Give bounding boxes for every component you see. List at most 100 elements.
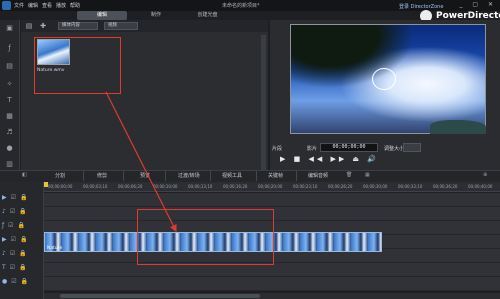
toolbar-divider: [123, 171, 124, 181]
toolbar-divider: [83, 171, 84, 181]
library-filter-dropdown[interactable]: 媒体内容: [58, 22, 98, 30]
import-media-icon[interactable]: ▤: [24, 22, 34, 30]
track-header: ♪ ☑ 🔒: [2, 208, 42, 220]
ruler-label: 00;00;26;20: [328, 184, 353, 189]
transition-room-icon[interactable]: ▦: [5, 112, 14, 120]
playback-controls[interactable]: ▶ ■ ◀◀ ▶▶ ⏏ 🔊: [280, 155, 379, 163]
chapter-room-icon[interactable]: ▥: [5, 160, 14, 168]
track-enable-checkbox[interactable]: ☑: [10, 264, 15, 271]
ruler-label: 00;00;33;10: [398, 184, 423, 189]
track-lock-icon[interactable]: 🔒: [21, 278, 28, 285]
timeline-zoom-icon[interactable]: ⊕: [483, 172, 487, 178]
toolbar-divider: [210, 171, 211, 181]
particle-room-icon[interactable]: ✧: [5, 80, 14, 88]
track-lock-icon[interactable]: 🔒: [19, 264, 26, 271]
keyframe-button[interactable]: 关键帧: [268, 172, 283, 179]
ruler-label: 00;00;06;20: [118, 184, 143, 189]
plugin-icon[interactable]: ✚: [38, 22, 48, 30]
ruler-label: 00;00;03;10: [83, 184, 108, 189]
app-icon: [2, 1, 11, 10]
library-scrollbar[interactable]: [261, 35, 266, 175]
tab-edit[interactable]: 编辑: [77, 11, 127, 20]
delete-icon[interactable]: 🗑: [346, 172, 352, 178]
track-header: ♪ ☑ 🔒: [2, 250, 42, 262]
timeline-scroll-thumb[interactable]: [60, 294, 260, 298]
zoom-label: 调整大小: [384, 146, 405, 152]
voice-track-icon: ●: [2, 278, 8, 285]
toolbar-divider: [165, 171, 166, 181]
tab-produce[interactable]: 制作: [136, 11, 176, 20]
track-enable-checkbox[interactable]: ☑: [8, 222, 13, 229]
video-track-icon: ▶: [2, 236, 7, 243]
track-enable-checkbox[interactable]: ☑: [11, 236, 16, 243]
track-enable-checkbox[interactable]: ☑: [10, 208, 15, 215]
title-track-icon: T: [2, 264, 6, 271]
ruler-label: 00;00;20;00: [258, 184, 283, 189]
highlight-box-timeline: [137, 209, 274, 265]
ruler-label: 00;00;00;00: [48, 184, 73, 189]
window-controls[interactable]: _ ▢ ✕: [459, 1, 497, 8]
ruler-label: 00;00;36;20: [433, 184, 458, 189]
menu-help[interactable]: 帮助: [70, 2, 80, 9]
effect-track-icon: ƒ: [2, 222, 5, 229]
track-enable-checkbox[interactable]: ☑: [10, 250, 15, 257]
ruler-label: 00;00;23;10: [293, 184, 318, 189]
track-enable-checkbox[interactable]: ☑: [11, 278, 16, 285]
track-header: ▶ ☑ 🔒: [2, 236, 42, 248]
tab-create-disc[interactable]: 创建光盘: [185, 11, 230, 20]
media-room-icon[interactable]: ▣: [5, 24, 14, 32]
ruler-label: 00;00;13;10: [188, 184, 213, 189]
timecode-field[interactable]: 00;00;00;00: [320, 143, 378, 152]
voice-over-icon[interactable]: ●: [5, 144, 14, 152]
toolbar-divider: [256, 171, 257, 181]
clip-mode-button[interactable]: 片段: [272, 145, 282, 152]
login-directorzone-link[interactable]: 登录 DirectorZone: [399, 3, 443, 10]
video-tools-button[interactable]: 视频工具: [222, 172, 242, 179]
title-room-icon[interactable]: T: [5, 96, 14, 104]
timeline-view-icon[interactable]: ◧: [22, 172, 27, 178]
track-lock-icon[interactable]: 🔒: [20, 236, 27, 243]
rotate-handle[interactable]: [372, 68, 396, 90]
ruler-label: 00;00;10;00: [153, 184, 178, 189]
track-header: T ☑ 🔒: [2, 264, 42, 276]
preview-button[interactable]: 预览: [140, 172, 150, 179]
audio-track-icon: ♪: [2, 250, 6, 257]
track-row[interactable]: [44, 263, 500, 277]
track-enable-checkbox[interactable]: ☑: [11, 194, 16, 201]
menu-view[interactable]: 查看: [42, 2, 52, 9]
edit-audio-button[interactable]: 编辑音频: [308, 172, 328, 179]
toolbar-divider: [296, 171, 297, 181]
ruler-label: 00;00;40;00: [468, 184, 493, 189]
track-header: ƒ ☑ 🔒: [2, 222, 42, 234]
document-title: 未命名的新项目*: [222, 3, 260, 9]
clip-name-label: Nature: [47, 246, 63, 251]
preview-hill: [430, 120, 486, 134]
pip-room-icon[interactable]: ▤: [5, 62, 14, 70]
timeline-toolbar: [0, 170, 500, 182]
video-track-icon: ▶: [2, 194, 7, 201]
track-row[interactable]: [44, 277, 500, 291]
snap-icon[interactable]: ▦: [365, 172, 370, 178]
menu-file[interactable]: 文件: [14, 2, 24, 9]
menu-play[interactable]: 播放: [56, 2, 66, 9]
trim-button[interactable]: 修剪: [97, 172, 107, 179]
effect-room-icon[interactable]: ƒ: [5, 44, 14, 52]
track-row[interactable]: [44, 193, 500, 207]
highlight-box-library: [34, 37, 121, 94]
zoom-dropdown[interactable]: [403, 143, 421, 152]
movie-mode-button[interactable]: 影片: [307, 145, 317, 152]
menu-edit[interactable]: 编辑: [28, 2, 38, 9]
track-header: ● ☑ 🔒: [2, 278, 42, 290]
track-lock-icon[interactable]: 🔒: [19, 250, 26, 257]
media-type-dropdown[interactable]: 视频: [104, 22, 138, 30]
split-button[interactable]: 分割: [55, 172, 65, 179]
ruler-label: 00;00;30;00: [363, 184, 388, 189]
ruler-label: 00;00;16;20: [223, 184, 248, 189]
track-lock-icon[interactable]: 🔒: [20, 194, 27, 201]
track-header: ▶ ☑ 🔒: [2, 194, 42, 206]
audio-track-icon: ♪: [2, 208, 6, 215]
transition-button[interactable]: 过渡/转场: [178, 172, 200, 179]
track-lock-icon[interactable]: 🔒: [19, 208, 26, 215]
audio-mixing-icon[interactable]: ♬: [5, 128, 14, 136]
track-lock-icon[interactable]: 🔒: [18, 222, 25, 229]
